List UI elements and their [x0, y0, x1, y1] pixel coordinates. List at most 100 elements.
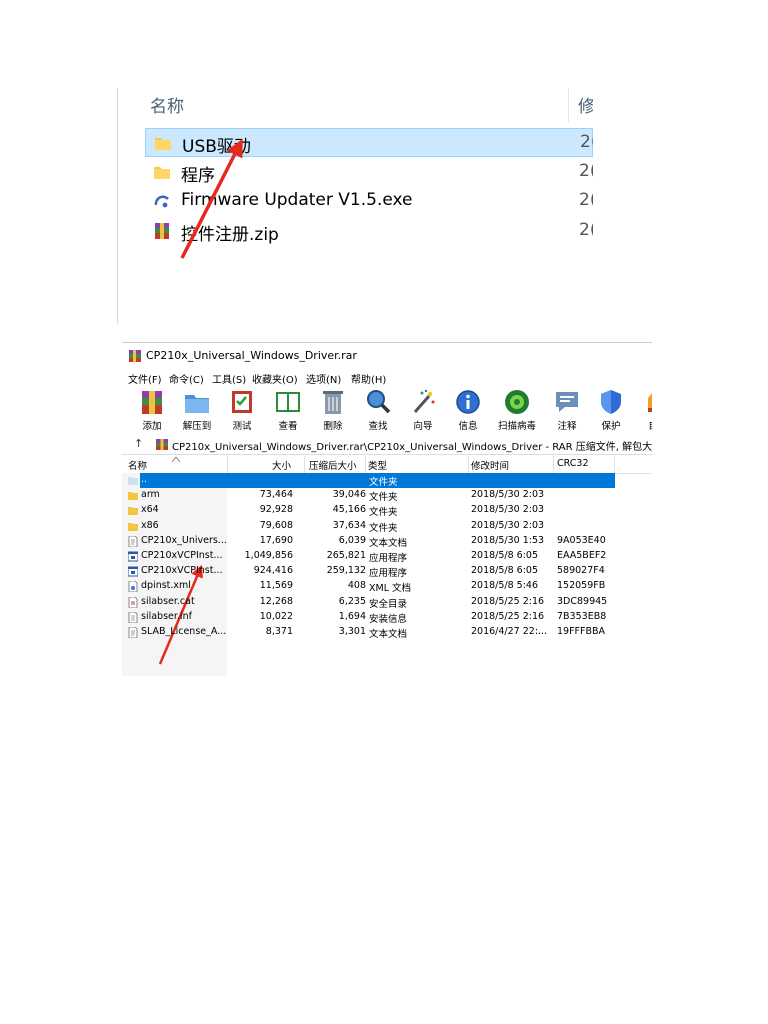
file-row[interactable]: dpinst.xml 11,569 408 XML 文档 2018/5/8 5:46 15… [122, 579, 652, 594]
explorer-item-date: 2( [580, 132, 593, 152]
file-type: 文件夹 [369, 492, 398, 504]
view-book-icon [276, 392, 300, 412]
file-type: XML 文档 [369, 583, 412, 595]
file-name: silabser.cat [141, 595, 195, 607]
toolbar-wizard-button[interactable]: 向导 [404, 387, 442, 435]
menu-command[interactable]: 命令(C) [169, 371, 204, 386]
wizard-wand-icon [413, 389, 435, 413]
file-crc32: 9A053E40 [557, 534, 606, 546]
sort-ascending-icon [172, 457, 180, 462]
explorer-item-program[interactable]: 程序 2( [145, 158, 593, 187]
explorer-item-usb-driver[interactable]: USB驱动 2( [145, 128, 593, 157]
toolbar-delete-button[interactable]: 删除 [314, 387, 352, 435]
toolbar-info-button[interactable]: 信息 [449, 387, 487, 435]
column-packed-size[interactable]: 压缩后大小 [309, 458, 357, 472]
app-icon [154, 195, 169, 208]
file-type: 文件夹 [369, 507, 398, 519]
winrar-window: CP210x_Universal_Windows_Driver.rar 文件(F… [122, 342, 652, 676]
window-title: CP210x_Universal_Windows_Driver.rar [146, 349, 357, 362]
file-crc32: 3DC89945 [557, 595, 608, 607]
file-packed-size: 265,821 [326, 550, 366, 561]
folder-icon [155, 138, 171, 150]
menu-help[interactable]: 帮助(H) [351, 371, 386, 386]
toolbar: 添加 解压到 测试 查看 删除 查找 向导 信息 扫描病毒 注释 保护 [122, 387, 652, 436]
file-packed-size: 45,166 [332, 504, 366, 516]
file-explorer-view: 名称 修 USB驱动 2( 程序 2( Firmware Updater V1.… [117, 88, 593, 324]
file-size: 8,371 [265, 626, 293, 637]
toolbar-label: 保护 [601, 421, 621, 432]
menu-bar: 文件(F) 命令(C) 工具(S) 收藏夹(O) 选项(N) 帮助(H) [122, 369, 652, 387]
virus-scan-icon [505, 390, 529, 414]
file-type: 安全目录 [369, 598, 408, 610]
file-size: 73,464 [259, 489, 293, 501]
explorer-item-label: 程序 [181, 166, 215, 186]
column-size[interactable]: 大小 [272, 458, 291, 472]
winrar-app-icon [129, 350, 141, 362]
menu-file[interactable]: 文件(F) [128, 371, 162, 386]
file-size: 17,690 [259, 534, 293, 546]
column-header-modified[interactable]: 修 [578, 92, 593, 117]
explorer-item-label: 控件注册.zip [181, 225, 279, 245]
file-name: CP210xVCPInst... [141, 565, 223, 577]
file-type: 文本文档 [369, 629, 408, 640]
explorer-item-control-register-zip[interactable]: 控件注册.zip 2( [145, 217, 593, 246]
menu-tools[interactable]: 工具(S) [212, 371, 246, 386]
app-window-icon [128, 551, 138, 562]
file-row[interactable]: .. 文件夹 [122, 473, 652, 488]
file-row[interactable]: x86 79,608 37,634 文件夹 2018/5/30 2:03 [122, 519, 652, 534]
file-type: 安装信息 [369, 613, 408, 625]
menu-favorites[interactable]: 收藏夹(O) [252, 371, 298, 386]
file-modified: 2016/4/27 22:... [471, 626, 548, 637]
file-modified: 2018/5/30 1:53 [471, 534, 545, 546]
file-list-header: 名称 大小 压缩后大小 类型 修改时间 CRC32 [122, 456, 652, 474]
file-crc32: 152059FB [557, 580, 606, 592]
file-row[interactable]: silabser.inf 10,022 1,694 安装信息 2018/5/25 2:1… [122, 610, 652, 625]
file-modified: 2018/5/8 6:05 [471, 550, 539, 561]
column-crc32[interactable]: CRC32 [557, 458, 588, 469]
file-row[interactable]: SLAB_License_A... 8,371 3,301 文本文档 2016/4/27… [122, 625, 652, 640]
file-size: 10,022 [259, 610, 293, 622]
file-size: 92,928 [259, 504, 293, 516]
column-name[interactable]: 名称 [128, 458, 147, 472]
file-row[interactable]: CP210x_Univers... 17,690 6,039 文本文档 2018/5/3… [122, 534, 652, 549]
file-name: CP210x_Univers... [141, 534, 227, 546]
file-row[interactable]: CP210xVCPInst... 924,416 259,132 应用程序 2018/5… [122, 564, 652, 579]
toolbar-virus-scan-button[interactable]: 扫描病毒 [498, 387, 536, 435]
file-row[interactable]: x64 92,928 45,166 文件夹 2018/5/30 2:03 [122, 503, 652, 518]
app-window-icon [128, 566, 138, 577]
address-path[interactable]: CP210x_Universal_Windows_Driver.rar\CP21… [172, 438, 652, 453]
toolbar-extract-button[interactable]: 解压到 [178, 387, 216, 435]
toolbar-sfx-button[interactable]: 自 [634, 387, 652, 435]
column-type[interactable]: 类型 [368, 458, 387, 472]
sfx-icon [648, 393, 652, 412]
up-arrow-icon[interactable]: ↑ [134, 437, 143, 450]
file-packed-size: 6,039 [338, 534, 366, 546]
file-row[interactable]: silabser.cat 12,268 6,235 安全目录 2018/5/25 2:1… [122, 595, 652, 610]
file-name: silabser.inf [141, 610, 192, 622]
folder-icon [128, 522, 138, 531]
find-magnifier-icon [367, 390, 391, 414]
toolbar-test-button[interactable]: 测试 [223, 387, 261, 435]
column-modified[interactable]: 修改时间 [471, 458, 509, 472]
toolbar-comment-button[interactable]: 注释 [548, 387, 586, 435]
archive-path-icon [156, 439, 168, 450]
toolbar-view-button[interactable]: 查看 [269, 387, 307, 435]
file-crc32: EAA5BEF2 [557, 550, 607, 561]
toolbar-label: 注释 [557, 421, 577, 432]
column-header-name[interactable]: 名称 [150, 92, 184, 117]
explorer-item-label: USB驱动 [182, 137, 251, 157]
extract-folder-icon [185, 395, 209, 413]
file-row[interactable]: arm 73,464 39,046 文件夹 2018/5/30 2:03 [122, 488, 652, 503]
file-name: x86 [141, 519, 159, 531]
file-packed-size: 3,301 [338, 626, 366, 637]
menu-options[interactable]: 选项(N) [306, 371, 341, 386]
file-modified: 2018/5/30 2:03 [471, 489, 545, 501]
file-row[interactable]: CP210xVCPInst... 1,049,856 265,821 应用程序 2018… [122, 549, 652, 564]
toolbar-protect-button[interactable]: 保护 [592, 387, 630, 435]
toolbar-label: 解压到 [182, 421, 212, 432]
toolbar-label: 查找 [368, 421, 388, 432]
file-type: 文本文档 [369, 537, 408, 549]
toolbar-add-button[interactable]: 添加 [133, 387, 171, 435]
toolbar-find-button[interactable]: 查找 [359, 387, 397, 435]
explorer-item-firmware-updater[interactable]: Firmware Updater V1.5.exe 2( [145, 187, 593, 216]
